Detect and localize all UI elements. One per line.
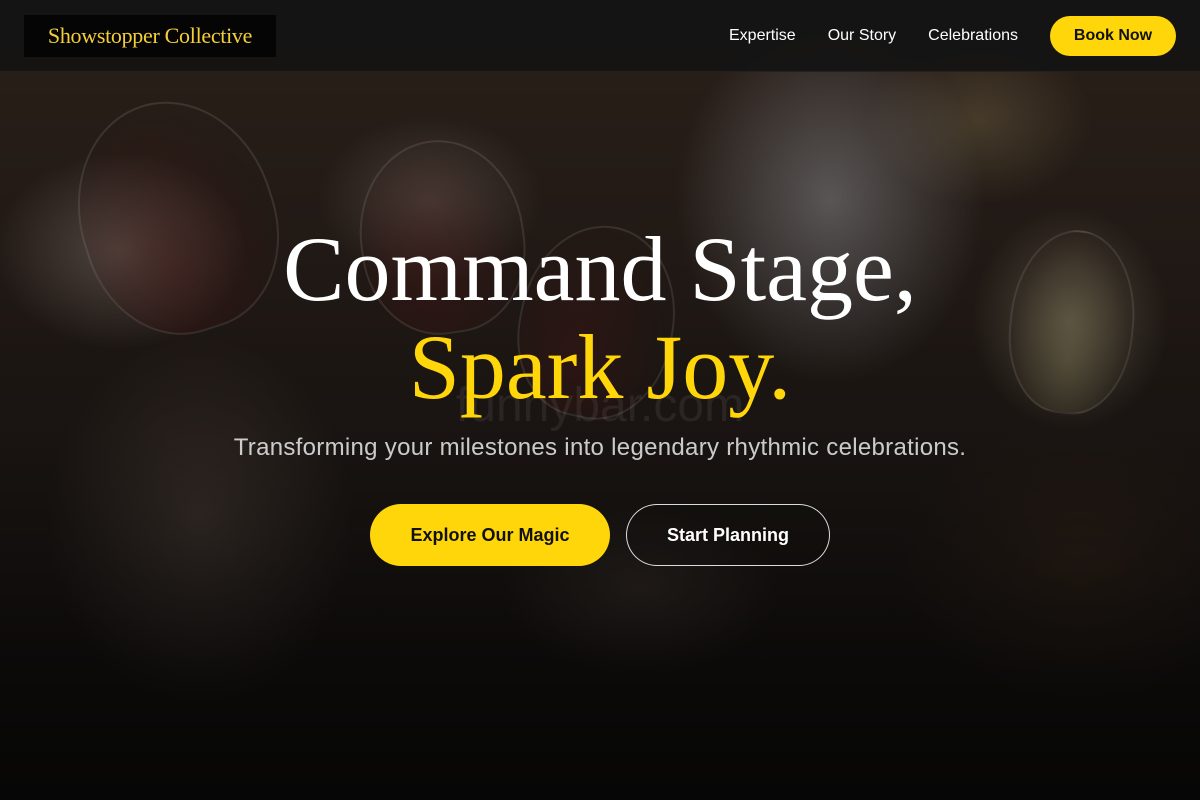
headline-line-2: Spark Joy. [408,316,792,418]
explore-our-magic-button[interactable]: Explore Our Magic [370,504,610,566]
nav-link-expertise[interactable]: Expertise [729,27,796,45]
hero-subtitle: Transforming your milestones into legend… [233,434,967,461]
landing-page: Showstopper Collective Expertise Our Sto… [0,0,1200,800]
headline-line-1: Command Stage, [283,218,917,320]
main-nav: Expertise Our Story Celebrations Book No… [729,16,1176,56]
site-header: Showstopper Collective Expertise Our Sto… [0,0,1200,72]
book-now-button[interactable]: Book Now [1050,16,1176,56]
nav-link-celebrations[interactable]: Celebrations [928,27,1018,45]
cta-row: Explore Our Magic Start Planning [0,504,1200,566]
brand-logo[interactable]: Showstopper Collective [24,15,276,57]
start-planning-button[interactable]: Start Planning [626,504,830,566]
nav-link-our-story[interactable]: Our Story [828,27,896,45]
hero-section: Command Stage, Spark Joy. Transforming y… [0,220,1200,566]
hero-headline: Command Stage, Spark Joy. [0,220,1200,416]
